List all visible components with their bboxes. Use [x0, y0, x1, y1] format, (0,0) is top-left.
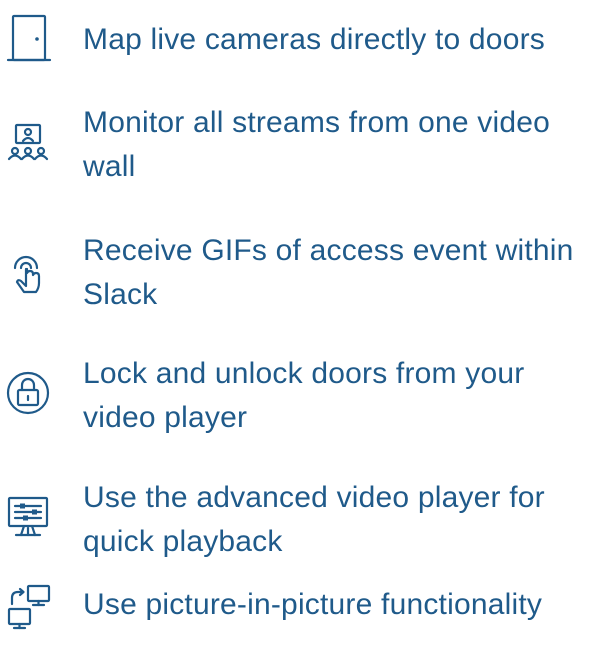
lock-icon: [4, 368, 54, 418]
feature-text: Monitor all streams from one video wall: [83, 106, 550, 183]
feature-text: Map live cameras directly to doors: [83, 23, 545, 56]
feature-text: Use picture-in-picture functionality: [83, 588, 543, 621]
touch-icon: [4, 247, 54, 297]
feature-list: Map live cameras directly to doors Monit…: [0, 0, 605, 646]
door-icon: [4, 14, 54, 64]
feature-text: Lock and unlock doors from your video pl…: [83, 357, 525, 434]
picture-in-picture-icon: [4, 583, 54, 633]
video-player-icon: [4, 492, 54, 542]
feature-text: Use the advanced video player for quick …: [83, 481, 545, 558]
video-wall-icon: [4, 119, 54, 169]
feature-text: Receive GIFs of access event within Slac…: [83, 234, 574, 311]
